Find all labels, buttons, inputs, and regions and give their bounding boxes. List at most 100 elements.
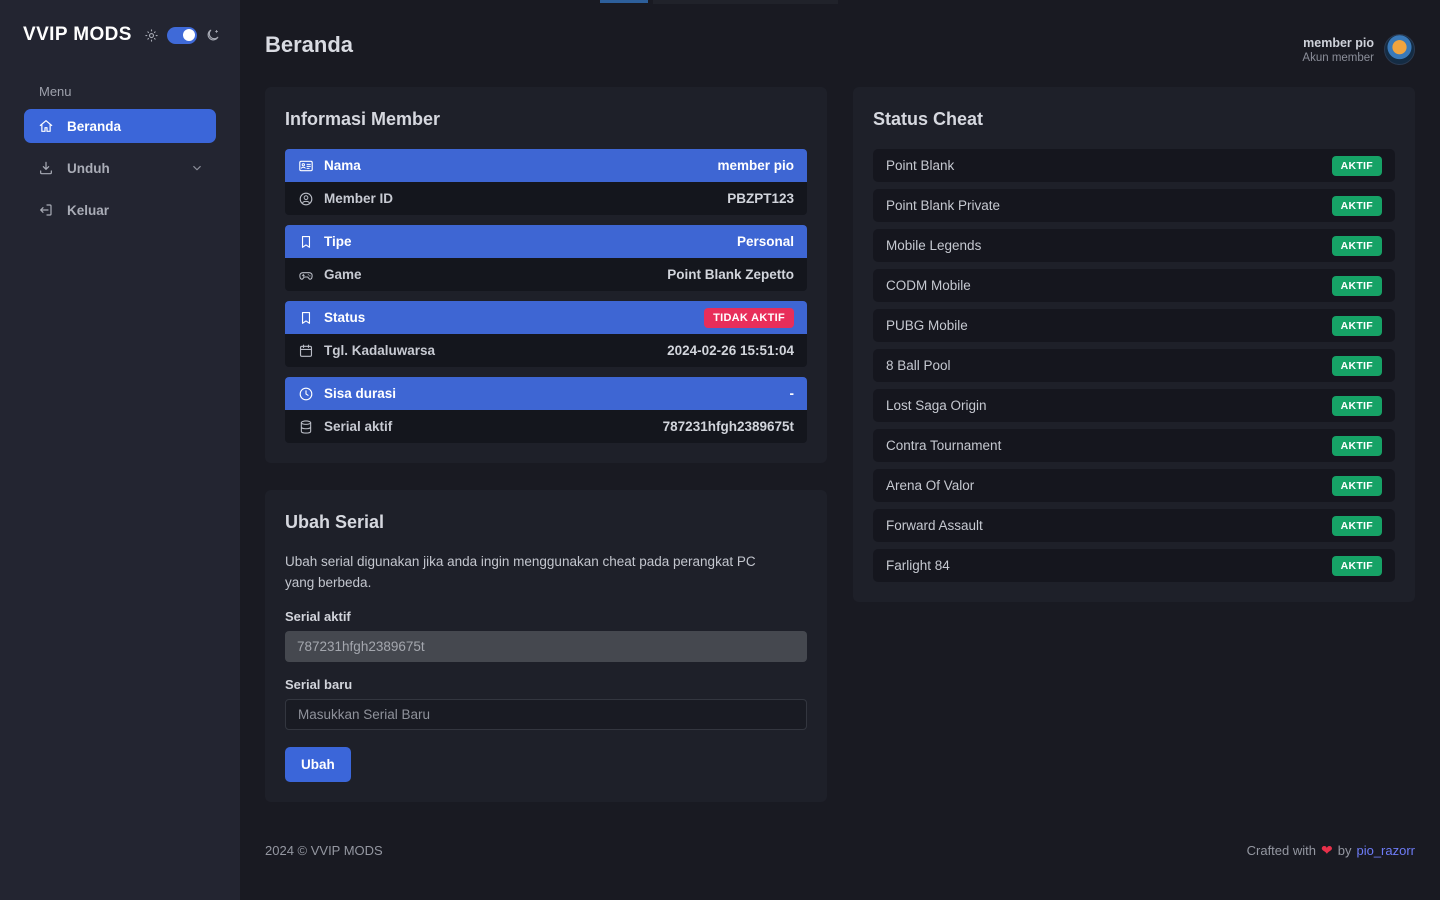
info-row-label: Member ID <box>324 191 393 206</box>
sun-icon <box>144 28 159 43</box>
status-badge: AKTIF <box>1332 356 1382 376</box>
user-text: member pio Akun member <box>1302 36 1374 64</box>
sidebar: VVIP MODS Menu Beranda Unduh <box>0 0 240 900</box>
theme-switcher <box>144 27 220 44</box>
info-row-value: member pio <box>717 158 794 173</box>
status-badge: AKTIF <box>1332 436 1382 456</box>
sidebar-item-label: Unduh <box>67 161 110 176</box>
crafted-prefix: Crafted with <box>1247 843 1316 858</box>
status-badge: AKTIF <box>1332 516 1382 536</box>
main-area: Beranda member pio Akun member Informasi… <box>240 0 1440 900</box>
cheat-name: Arena Of Valor <box>886 478 974 493</box>
sidebar-item-label: Keluar <box>67 203 109 218</box>
cheat-row: Lost Saga Origin AKTIF <box>873 389 1395 422</box>
info-row-label: Sisa durasi <box>324 386 396 401</box>
cheat-name: Lost Saga Origin <box>886 398 987 413</box>
cheat-name: Point Blank <box>886 158 954 173</box>
serial-baru-label: Serial baru <box>285 677 807 692</box>
info-row-value: Point Blank Zepetto <box>667 267 794 282</box>
user-role: Akun member <box>1302 52 1374 64</box>
download-icon <box>38 160 54 176</box>
status-badge: AKTIF <box>1332 476 1382 496</box>
bookmark-icon <box>298 310 314 326</box>
member-info-card: Informasi Member Nama member pio <box>265 87 827 463</box>
info-row-label-group: Tgl. Kadaluwarsa <box>298 343 435 359</box>
chevron-down-icon <box>190 161 204 175</box>
footer-copyright: 2024 © VVIP MODS <box>265 843 383 858</box>
serial-aktif-input <box>285 631 807 662</box>
info-row-value: 787231hfgh2389675t <box>663 419 794 434</box>
cheat-row: Forward Assault AKTIF <box>873 509 1395 542</box>
status-badge: AKTIF <box>1332 196 1382 216</box>
cheat-row: Point Blank AKTIF <box>873 149 1395 182</box>
logout-icon <box>38 202 54 218</box>
status-badge: AKTIF <box>1332 236 1382 256</box>
info-row-label: Status <box>324 310 365 325</box>
cheat-name: 8 Ball Pool <box>886 358 951 373</box>
author-link[interactable]: pio_razorr <box>1356 843 1415 858</box>
ubah-button[interactable]: Ubah <box>285 747 351 782</box>
cheat-name: PUBG Mobile <box>886 318 968 333</box>
info-row-label-group: Game <box>298 267 362 283</box>
cheat-row: Contra Tournament AKTIF <box>873 429 1395 462</box>
ubah-serial-description: Ubah serial digunakan jika anda ingin me… <box>285 552 785 594</box>
info-row-label: Tgl. Kadaluwarsa <box>324 343 435 358</box>
database-icon <box>298 419 314 435</box>
info-row: Tipe Personal <box>285 225 807 258</box>
info-row-label-group: Nama <box>298 158 361 174</box>
sidebar-item-unduh[interactable]: Unduh <box>24 151 216 185</box>
status-badge: AKTIF <box>1332 156 1382 176</box>
calendar-icon <box>298 343 314 359</box>
cheat-name: Forward Assault <box>886 518 983 533</box>
status-badge: AKTIF <box>1332 556 1382 576</box>
id-card-icon <box>298 158 314 174</box>
info-row-label: Tipe <box>324 234 352 249</box>
info-row: Serial aktif 787231hfgh2389675t <box>285 410 807 443</box>
info-row-label: Game <box>324 267 362 282</box>
info-row-value: PBZPT123 <box>727 191 794 206</box>
footer-credit: Crafted with ❤ by pio_razorr <box>1247 842 1415 859</box>
page-header: Beranda member pio Akun member <box>265 0 1415 87</box>
info-row-value: - <box>790 386 795 401</box>
serial-baru-input[interactable] <box>285 699 807 730</box>
status-badge: AKTIF <box>1332 396 1382 416</box>
controller-icon <box>298 267 314 283</box>
sidebar-item-beranda[interactable]: Beranda <box>24 109 216 143</box>
cheat-name: Farlight 84 <box>886 558 950 573</box>
info-row-value: 2024-02-26 15:51:04 <box>667 343 794 358</box>
info-row-label-group: Serial aktif <box>298 419 392 435</box>
home-icon <box>38 118 54 134</box>
info-row: Nama member pio <box>285 149 807 182</box>
top-dark-bar <box>653 0 838 4</box>
user-menu[interactable]: member pio Akun member <box>1302 34 1415 65</box>
info-row-label: Nama <box>324 158 361 173</box>
info-row-label-group: Status <box>298 310 365 326</box>
info-row: Member ID PBZPT123 <box>285 182 807 215</box>
status-cheat-title: Status Cheat <box>873 109 1395 130</box>
info-row: Tgl. Kadaluwarsa 2024-02-26 15:51:04 <box>285 334 807 367</box>
ubah-serial-title: Ubah Serial <box>285 512 807 533</box>
clock-icon <box>298 386 314 402</box>
heart-icon: ❤ <box>1321 842 1333 859</box>
avatar[interactable] <box>1384 34 1415 65</box>
left-column: Informasi Member Nama member pio <box>265 87 827 802</box>
sidebar-nav: Beranda Unduh Keluar <box>0 109 240 227</box>
info-row: Status TIDAK AKTIF <box>285 301 807 334</box>
status-badge: AKTIF <box>1332 276 1382 296</box>
serial-aktif-label: Serial aktif <box>285 609 807 624</box>
cheat-row: CODM Mobile AKTIF <box>873 269 1395 302</box>
cheat-name: Contra Tournament <box>886 438 1001 453</box>
cheat-name: Mobile Legends <box>886 238 981 253</box>
cheat-row: Mobile Legends AKTIF <box>873 229 1395 262</box>
brand-row: VVIP MODS <box>0 0 240 46</box>
sidebar-item-label: Beranda <box>67 119 121 134</box>
content-grid: Informasi Member Nama member pio <box>265 87 1415 802</box>
info-row-label: Serial aktif <box>324 419 392 434</box>
sidebar-item-keluar[interactable]: Keluar <box>24 193 216 227</box>
moon-stars-icon <box>205 28 220 43</box>
info-row-label-group: Member ID <box>298 191 393 207</box>
status-cheat-card: Status Cheat Point Blank AKTIF Point Bla… <box>853 87 1415 602</box>
theme-toggle[interactable] <box>167 27 197 44</box>
ubah-serial-card: Ubah Serial Ubah serial digunakan jika a… <box>265 490 827 802</box>
info-row-label-group: Sisa durasi <box>298 386 396 402</box>
